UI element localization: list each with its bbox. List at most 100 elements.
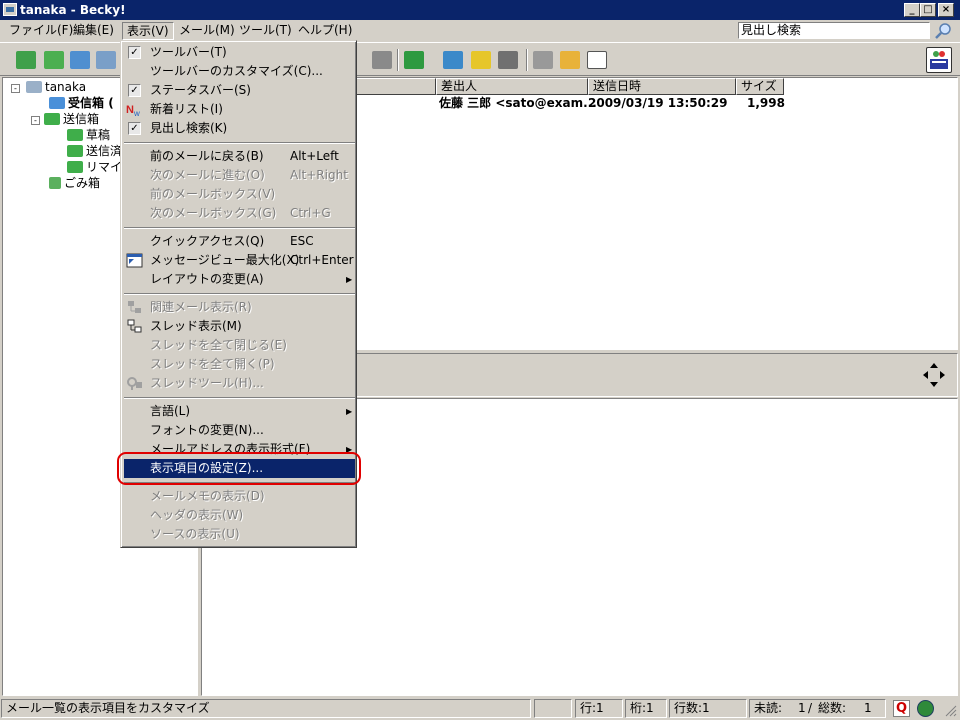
menu-item-label: ソースの表示(U) [150, 527, 240, 541]
menu-edit[interactable]: 編集(E) [69, 22, 118, 40]
outbox-icon [44, 113, 60, 125]
view-toggle-arrows-icon[interactable] [920, 360, 948, 390]
open-folder-icon[interactable] [560, 51, 580, 69]
status-unread-label: 未読: [754, 701, 783, 715]
menu-item-show-source: ソースの表示(U) [124, 525, 355, 544]
menu-item-show-header: ヘッダの表示(W) [124, 506, 355, 525]
status-total: 1 [864, 701, 872, 715]
status-column: 桁:1 [625, 699, 667, 718]
header-search-input[interactable]: 見出し検索 [738, 22, 930, 39]
menu-item-next-mailbox: 次のメールボックス(G) Ctrl+G [124, 204, 355, 223]
receive-icon[interactable] [44, 51, 64, 69]
menu-item-shortcut: Alt+Left [290, 149, 339, 163]
menu-item-label: ツールバーのカスタマイズ(C)... [150, 64, 323, 78]
menu-item-label: スレッドを全て開く(P) [150, 357, 275, 371]
trash-icon [49, 177, 61, 189]
sent-icon [67, 145, 83, 157]
highlight-annotation [117, 452, 361, 485]
menu-item-toolbar[interactable]: ✓ ツールバー(T) [124, 43, 355, 62]
new-list-icon: Nw [126, 102, 143, 118]
checkmark-icon: ✓ [128, 122, 141, 135]
collapse-icon[interactable]: - [11, 84, 20, 93]
account-icon [26, 81, 42, 93]
menu-item-header-search[interactable]: ✓ 見出し検索(K) [124, 119, 355, 138]
tree-inbox-label: 受信箱 [68, 96, 105, 110]
menu-item-shortcut: Alt+Right [290, 168, 348, 182]
message-from[interactable]: 佐藤 三郎 <sato@exam... [439, 95, 597, 111]
status-line-count: 行数:1 [669, 699, 747, 718]
toolbar-separator [526, 49, 528, 71]
status-unread: 1 [798, 701, 806, 715]
close-button[interactable]: × [938, 3, 954, 17]
column-header-size[interactable]: サイズ [736, 78, 784, 95]
menu-tools[interactable]: ツール(T) [235, 22, 296, 40]
tree-drafts[interactable]: 草稿 [67, 127, 110, 143]
search-icon[interactable] [932, 21, 954, 40]
layout-icon[interactable] [587, 51, 607, 69]
menu-item-label: 次のメールボックス(G) [150, 206, 277, 220]
column-header-date[interactable]: 送信日時 [588, 78, 736, 95]
tree-sent-label: 送信済 [86, 144, 123, 158]
menu-item-label: ヘッダの表示(W) [150, 508, 244, 522]
menu-item-language[interactable]: 言語(L) ▶ [124, 402, 355, 421]
tree-account-label: tanaka [45, 80, 87, 94]
menu-separator [124, 397, 355, 399]
tree-inbox[interactable]: 受信箱 ( [49, 95, 114, 111]
menu-mail[interactable]: メール(M) [175, 22, 239, 40]
inbox-icon [49, 97, 65, 109]
menu-item-label: フォントの変更(N)... [150, 423, 264, 437]
filter-icon[interactable] [404, 51, 424, 69]
message-size[interactable]: 1,998 [747, 95, 785, 111]
online-globe-icon[interactable] [917, 700, 934, 717]
menu-view[interactable]: 表示(V) [122, 22, 174, 40]
print-icon[interactable] [372, 51, 392, 69]
send-receive-icon[interactable] [96, 51, 116, 69]
menu-item-prev-mail[interactable]: 前のメールに戻る(B) Alt+Left [124, 147, 355, 166]
folder-icon[interactable] [533, 51, 553, 69]
menu-item-maximize-view[interactable]: メッセージビュー最大化(X) Ctrl+Enter [124, 251, 355, 270]
note-icon[interactable] [471, 51, 491, 69]
menu-item-related-mail: 関連メール表示(R) [124, 298, 355, 317]
address-book-icon[interactable] [443, 51, 463, 69]
menu-item-label: ステータスバー(S) [150, 83, 251, 97]
status-bar: メール一覧の表示項目をカスタマイズ 行:1 桁:1 行数:1 未読: 1 / 総… [0, 698, 960, 720]
tree-account[interactable]: - tanaka [11, 79, 86, 95]
related-mail-icon [126, 300, 143, 315]
menu-item-statusbar[interactable]: ✓ ステータスバー(S) [124, 81, 355, 100]
menu-file[interactable]: ファイル(F) [5, 22, 77, 40]
reminder-icon [67, 161, 83, 173]
menu-separator [124, 293, 355, 295]
maximize-icon [126, 253, 143, 268]
status-total-label: 総数: [818, 701, 847, 715]
resize-grip-icon[interactable] [943, 703, 957, 717]
menu-item-thread-view[interactable]: スレッド表示(M) [124, 317, 355, 336]
send-icon[interactable] [70, 51, 90, 69]
tool-icon[interactable] [498, 51, 518, 69]
tree-sent-group[interactable]: - 送信箱 [31, 111, 99, 127]
menu-help[interactable]: ヘルプ(H) [294, 22, 356, 40]
menu-item-new-list[interactable]: Nw 新着リスト(I) [124, 100, 355, 119]
message-date[interactable]: 2009/03/19 13:50:29 [588, 95, 727, 111]
menu-item-label: 見出し検索(K) [150, 121, 228, 135]
minimize-button[interactable]: _ [904, 3, 920, 17]
menu-item-label: 関連メール表示(R) [150, 300, 252, 314]
menu-item-label: 次のメールに進む(O) [150, 168, 265, 182]
column-header-from[interactable]: 差出人 [436, 78, 588, 95]
menu-item-change-layout[interactable]: レイアウトの変更(A) ▶ [124, 270, 355, 289]
menu-separator [124, 227, 355, 229]
menu-item-customize-toolbar[interactable]: ツールバーのカスタマイズ(C)... [124, 62, 355, 81]
collapse-icon[interactable]: - [31, 116, 40, 125]
menu-item-close-threads: スレッドを全て閉じる(E) [124, 336, 355, 355]
check-mail-icon[interactable] [16, 51, 36, 69]
status-slash: / [808, 701, 813, 715]
menu-item-change-font[interactable]: フォントの変更(N)... [124, 421, 355, 440]
queue-icon[interactable]: Q [893, 700, 910, 717]
tree-sent[interactable]: 送信済 [67, 143, 122, 159]
menu-item-quick-access[interactable]: クイックアクセス(Q) ESC [124, 232, 355, 251]
tree-inbox-count: ( [108, 96, 114, 110]
thread-tool-icon [126, 376, 143, 391]
tree-trash[interactable]: ごみ箱 [49, 175, 100, 191]
menu-item-shortcut: Ctrl+Enter [290, 253, 354, 267]
maximize-button[interactable]: □ [920, 3, 936, 17]
title-bar: tanaka - Becky! _ □ × [0, 0, 960, 20]
